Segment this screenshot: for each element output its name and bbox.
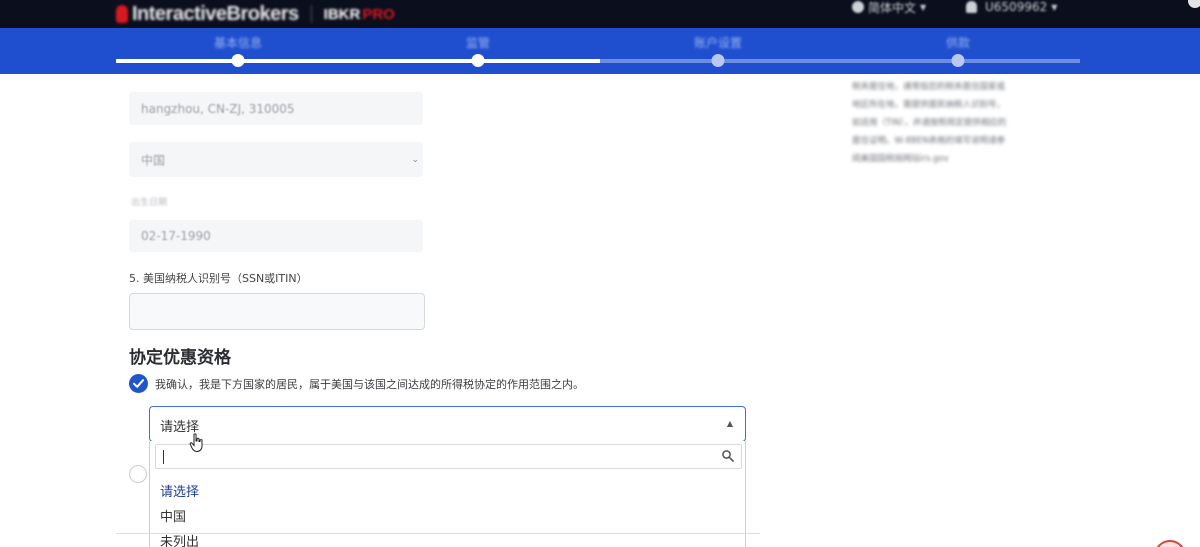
section-divider — [116, 533, 760, 534]
language-label: 简体中文 — [868, 0, 917, 15]
caret-down-icon: ▼ — [920, 2, 927, 12]
country-value: 中国 — [141, 153, 166, 167]
step-label-basic-info[interactable]: 基本信息 — [214, 34, 262, 51]
ssn-input[interactable] — [129, 293, 425, 330]
dob-value: 02-17-1990 — [141, 229, 211, 243]
product-suffix: PRO — [362, 5, 395, 23]
treaty-option-radio[interactable] — [129, 465, 147, 483]
step-dot-current — [471, 54, 485, 67]
address-value: hangzhou, CN-ZJ, 310005 — [141, 101, 295, 116]
treaty-section-title: 协定优惠资格 — [129, 348, 231, 368]
chat-icon[interactable] — [1154, 540, 1186, 547]
user-icon — [966, 1, 977, 13]
dropdown-options-panel: 请选择 中国 未列出 — [149, 441, 746, 547]
caret-up-icon: ▲ — [726, 419, 733, 428]
dob-field[interactable]: 02-17-1990 — [129, 220, 423, 252]
search-icon — [722, 450, 734, 462]
product-prefix: IBKR — [323, 5, 361, 23]
step-dot-pending — [951, 54, 965, 67]
user-menu[interactable]: U6509962 ▼ — [966, 0, 1057, 14]
step-progress-bar: 基本信息 监管 账户设置 供款 — [0, 28, 1200, 74]
info-line: 居住证明。W-8BEN表格的填写说明请参 — [852, 136, 1006, 146]
treaty-confirm-checkbox[interactable] — [129, 374, 148, 393]
address-field[interactable]: hangzhou, CN-ZJ, 310005 — [129, 92, 423, 125]
chevron-down-icon: ⌄ — [411, 154, 419, 165]
checkmark-icon — [133, 379, 144, 388]
logo-divider — [310, 5, 312, 23]
brand-name: InteractiveBrokers — [132, 2, 299, 25]
dropdown-search-input[interactable] — [155, 444, 742, 469]
text-caret — [163, 450, 164, 464]
brand-logo[interactable]: InteractiveBrokers IBKR PRO — [116, 2, 395, 26]
dropdown-option-china[interactable]: 中国 — [160, 506, 186, 525]
language-selector[interactable]: 简体中文 ▼ — [852, 0, 927, 15]
info-panel: 税务居住地，通常指您的税务居住国家或 地区所在地，需提供居民纳税人识别号， 如适… — [852, 78, 1062, 168]
step-progress-fill — [116, 59, 600, 63]
info-line: 阅美国国税局网站irs.gov — [852, 154, 949, 164]
caret-down-icon: ▼ — [1051, 2, 1058, 12]
dob-label: 出生日期 — [131, 198, 168, 208]
flame-icon — [116, 5, 128, 23]
help-icon[interactable] — [1188, 0, 1200, 8]
country-select[interactable]: 中国 ⌄ — [129, 142, 423, 177]
step-label-funding[interactable]: 供款 — [946, 34, 970, 51]
globe-icon — [852, 1, 864, 13]
treaty-country-dropdown[interactable]: 请选择 ▲ — [149, 406, 746, 442]
dropdown-option-please-select[interactable]: 请选择 — [160, 481, 199, 500]
hand-cursor-icon — [189, 433, 203, 453]
treaty-confirm-text: 我确认，我是下方国家的居民，属于美国与该国之间达成的所得税协定的作用范围之内。 — [155, 378, 584, 391]
user-id: U6509962 — [985, 0, 1048, 14]
info-line: 税务居住地，通常指您的税务居住国家或 — [852, 82, 1006, 92]
step-dot-pending — [711, 54, 725, 67]
info-line: 地区所在地，需提供居民纳税人识别号， — [852, 100, 1006, 110]
info-line: 如适用（TIN），并请按照规定提供相应的 — [852, 118, 1007, 128]
step-label-account-setup[interactable]: 账户设置 — [694, 34, 742, 51]
top-header: InteractiveBrokers IBKR PRO 简体中文 ▼ U6509… — [0, 0, 1200, 28]
step-labels: 基本信息 监管 账户设置 供款 — [0, 34, 1200, 50]
step-dot-completed — [231, 54, 245, 67]
step-label-regulatory[interactable]: 监管 — [466, 34, 490, 51]
ssn-question-label: 5. 美国纳税人识别号（SSN或ITIN） — [129, 272, 308, 285]
